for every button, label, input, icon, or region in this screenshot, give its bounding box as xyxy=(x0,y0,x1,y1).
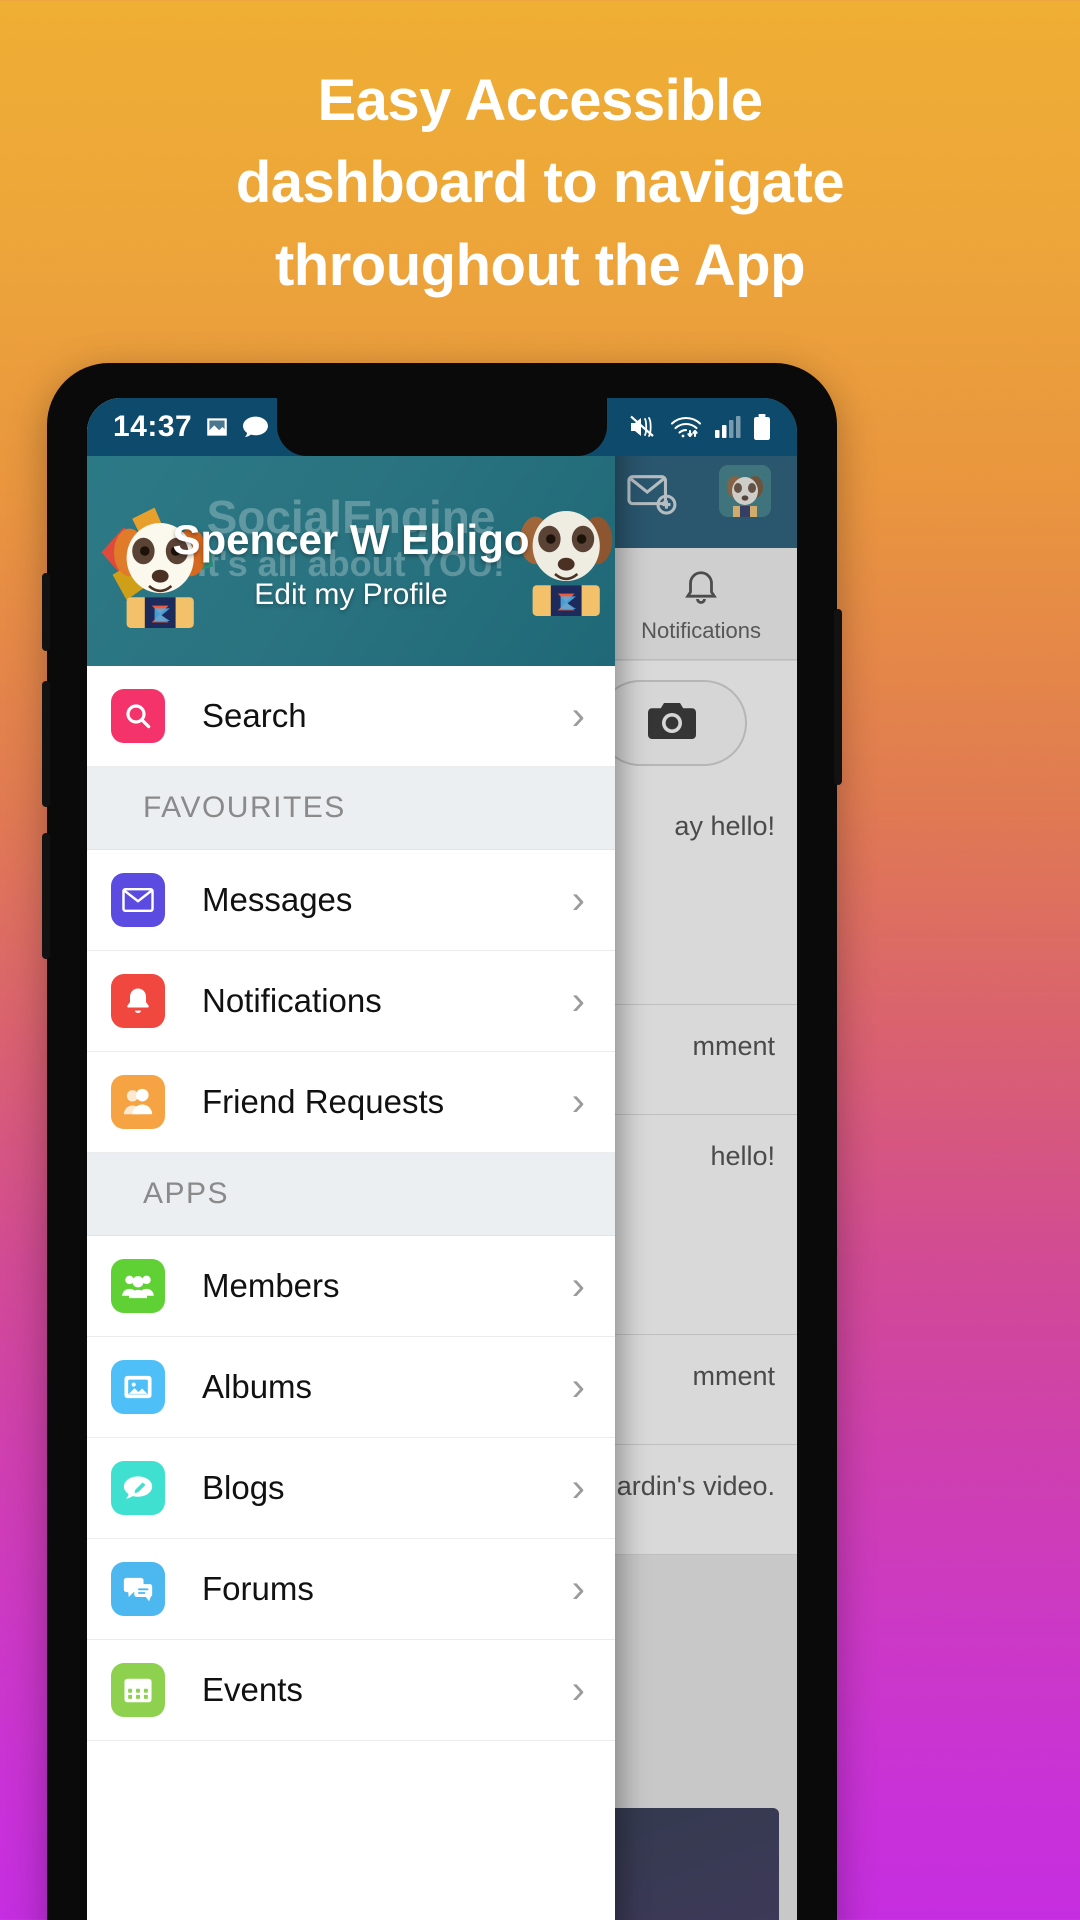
wifi-icon xyxy=(669,414,703,440)
drawer-item-friend-requests[interactable]: Friend Requests › xyxy=(87,1052,615,1153)
drawer-item-label: Search xyxy=(202,697,307,734)
drawer-item-label: Albums xyxy=(202,1368,313,1405)
phone-button-left-1 xyxy=(42,573,50,651)
navigation-drawer: SocialEngine It's all about YOU! Spencer… xyxy=(87,398,615,1920)
headline-line-1: Easy Accessible xyxy=(317,68,763,133)
headline-line-3: throughout the App xyxy=(274,232,806,298)
drawer-item-events[interactable]: Events › xyxy=(87,1640,615,1741)
chevron-right-icon: › xyxy=(571,979,585,1023)
new-message-icon[interactable] xyxy=(627,471,677,522)
drawer-item-members[interactable]: Members › xyxy=(87,1236,615,1337)
drawer-item-blogs[interactable]: Blogs › xyxy=(87,1438,615,1539)
drawer-item-label: Notifications xyxy=(202,982,382,1019)
drawer-item-forums[interactable]: Forums › xyxy=(87,1539,615,1640)
profile-avatar[interactable] xyxy=(719,465,771,522)
status-time: 14:37 xyxy=(113,410,193,443)
image-icon xyxy=(204,414,230,440)
drawer-item-label: Events xyxy=(202,1671,303,1708)
phone-screen: Notifications ay hello! mment hello! mme… xyxy=(87,398,797,1920)
drawer-item-search[interactable]: Search › xyxy=(87,666,615,767)
headline-line-2: dashboard to navigate xyxy=(235,150,845,216)
envelope-icon xyxy=(111,873,165,927)
bell-icon xyxy=(680,564,722,612)
camera-icon xyxy=(646,699,698,748)
phone-notch xyxy=(277,398,607,456)
phone-volume-down-button xyxy=(42,833,50,959)
chevron-right-icon: › xyxy=(571,1466,585,1510)
photo-icon xyxy=(111,1360,165,1414)
speech-pen-icon xyxy=(111,1461,165,1515)
drawer-item-label: Members xyxy=(202,1267,340,1304)
battery-icon xyxy=(753,413,771,441)
phone-power-button xyxy=(834,609,842,785)
camera-button[interactable] xyxy=(597,680,747,766)
drawer-item-label: Messages xyxy=(202,881,353,918)
tab-notifications[interactable]: Notifications xyxy=(641,564,761,644)
drawer-item-label: Blogs xyxy=(202,1469,285,1506)
chevron-right-icon: › xyxy=(571,694,585,738)
tab-notifications-label: Notifications xyxy=(641,617,761,643)
drawer-item-albums[interactable]: Albums › xyxy=(87,1337,615,1438)
chevron-right-icon: › xyxy=(571,1365,585,1409)
chat-icon xyxy=(242,415,269,439)
search-icon xyxy=(111,689,165,743)
signal-icon xyxy=(714,415,742,439)
chevron-right-icon: › xyxy=(571,1264,585,1308)
chevron-right-icon: › xyxy=(571,1567,585,1611)
page-headline: Easy Accessible dashboard to navigate th… xyxy=(0,60,1080,307)
phone-mockup: Notifications ay hello! mment hello! mme… xyxy=(42,363,842,1920)
chat-bubbles-icon xyxy=(111,1562,165,1616)
status-bar-right xyxy=(628,413,771,441)
calendar-icon xyxy=(111,1663,165,1717)
drawer-item-label: Friend Requests xyxy=(202,1083,445,1120)
drawer-section-favourites: FAVOURITES xyxy=(87,767,615,850)
drawer-item-messages[interactable]: Messages › xyxy=(87,850,615,951)
drawer-item-notifications[interactable]: Notifications › xyxy=(87,951,615,1052)
chevron-right-icon: › xyxy=(571,1668,585,1712)
status-bar-left: 14:37 xyxy=(113,410,269,444)
bell-icon xyxy=(111,974,165,1028)
chevron-right-icon: › xyxy=(571,1080,585,1124)
two-people-icon xyxy=(111,1075,165,1129)
mute-icon xyxy=(628,414,658,440)
chevron-right-icon: › xyxy=(571,878,585,922)
profile-name: Spencer W Ebligo xyxy=(172,516,530,563)
drawer-section-apps: APPS xyxy=(87,1153,615,1236)
drawer-item-label: Forums xyxy=(202,1570,314,1607)
edit-profile-link[interactable]: Edit my Profile xyxy=(87,578,615,612)
phone-volume-up-button xyxy=(42,681,50,807)
group-icon xyxy=(111,1259,165,1313)
